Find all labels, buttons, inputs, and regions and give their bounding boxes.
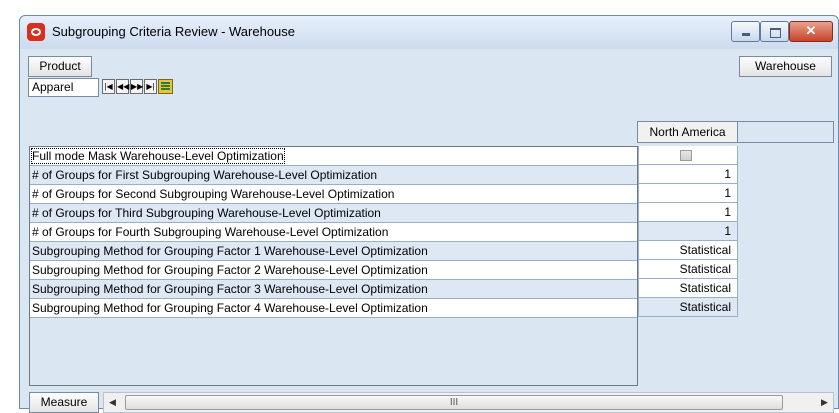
scroll-thumb[interactable]: III (125, 395, 783, 410)
product-position-field[interactable]: Apparel (28, 78, 99, 97)
grid-cell[interactable]: 1 (638, 184, 738, 203)
grid-cell[interactable]: Statistical (638, 298, 738, 317)
window-title: Subgrouping Criteria Review - Warehouse (52, 24, 296, 39)
grid-view-icon[interactable] (158, 79, 173, 94)
grid-cell[interactable]: 1 (638, 222, 738, 241)
title-bar[interactable]: Subgrouping Criteria Review - Warehouse … (20, 16, 838, 49)
scroll-left-icon[interactable]: ◀ (104, 393, 121, 412)
row-label[interactable]: Subgrouping Method for Grouping Factor 3… (30, 280, 637, 299)
next-icon[interactable]: ▶▶ (130, 79, 143, 94)
first-icon[interactable]: |◀ (102, 79, 115, 94)
page-navigation: |◀ ◀◀ ▶▶ ▶| (102, 79, 174, 95)
app-window: Subgrouping Criteria Review - Warehouse … (19, 15, 839, 413)
close-icon: ✕ (805, 23, 817, 38)
row-label[interactable]: # of Groups for Third Subgrouping Wareho… (30, 204, 637, 223)
row-label[interactable]: Subgrouping Method for Grouping Factor 4… (30, 299, 637, 318)
workbook-client-area: Product Warehouse Apparel |◀ ◀◀ ▶▶ ▶| No… (26, 49, 834, 413)
previous-icon[interactable]: ◀◀ (116, 79, 129, 94)
oracle-app-icon (27, 23, 45, 41)
row-label[interactable]: # of Groups for First Subgrouping Wareho… (30, 166, 637, 185)
row-label[interactable]: Subgrouping Method for Grouping Factor 2… (30, 261, 637, 280)
row-label[interactable]: # of Groups for Second Subgrouping Wareh… (30, 185, 637, 204)
warehouse-dimension-button[interactable]: Warehouse (739, 56, 832, 77)
bottom-bar: Measure ◀ III ▶ (26, 391, 834, 413)
grid-cell[interactable]: Statistical (638, 241, 738, 260)
close-button[interactable]: ✕ (789, 21, 833, 42)
measure-dimension-button[interactable]: Measure (29, 392, 99, 413)
horizontal-scrollbar[interactable]: ◀ III ▶ (103, 392, 834, 413)
row-label[interactable]: Subgrouping Method for Grouping Factor 1… (30, 242, 637, 261)
grid-cell[interactable] (638, 146, 738, 165)
last-icon[interactable]: ▶| (144, 79, 157, 94)
minimize-button[interactable] (731, 21, 760, 42)
data-cells: 1 1 1 1 Statistical Statistical Statisti… (638, 146, 738, 375)
column-header-blank (737, 121, 834, 143)
grid-cell[interactable]: 1 (638, 165, 738, 184)
row-label[interactable]: # of Groups for Fourth Subgrouping Wareh… (30, 223, 637, 242)
product-dimension-button[interactable]: Product (28, 56, 92, 77)
maximize-button[interactable] (760, 21, 789, 42)
column-header-area: North America (637, 121, 834, 143)
scroll-right-icon[interactable]: ▶ (816, 393, 833, 412)
row-label-pane: Full mode Mask Warehouse-Level Optimizat… (29, 146, 638, 386)
mask-checkbox[interactable] (680, 150, 692, 161)
grid-cell[interactable]: 1 (638, 203, 738, 222)
column-header-north-america[interactable]: North America (637, 121, 738, 143)
grid-cell[interactable]: Statistical (638, 260, 738, 279)
grid-cell[interactable]: Statistical (638, 279, 738, 298)
row-label[interactable]: Full mode Mask Warehouse-Level Optimizat… (30, 147, 637, 166)
